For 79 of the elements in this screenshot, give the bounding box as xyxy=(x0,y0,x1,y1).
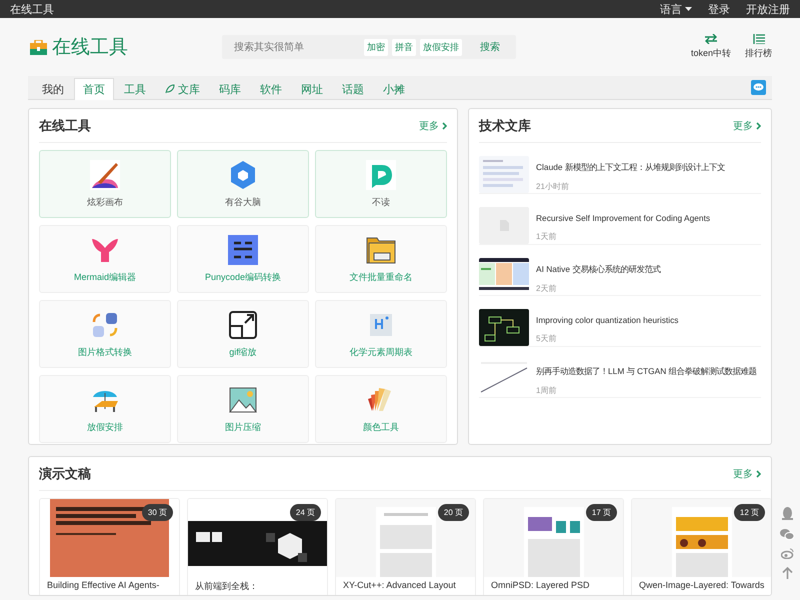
nav-tab[interactable]: 网址 xyxy=(292,78,332,99)
nav-link[interactable]: 登录 xyxy=(708,2,730,16)
nav-tab[interactable]: 码库 xyxy=(210,78,250,99)
tool-card[interactable]: 炫彩画布 xyxy=(39,150,171,218)
chevron-right-icon xyxy=(756,122,761,130)
list-icon xyxy=(752,34,764,44)
deck-title: 从前端到全栈： xyxy=(194,580,259,593)
tool-card[interactable]: 图片压缩 xyxy=(177,375,309,443)
resize-icon xyxy=(228,310,258,340)
tool-card[interactable]: 文件批量重命名 xyxy=(315,225,447,293)
slide-card[interactable]: 20 页 XY-Cut++: Advanced Layout xyxy=(335,498,476,595)
search-tag[interactable]: 拼音 xyxy=(392,38,416,56)
tool-card[interactable]: 化学元素周期表 xyxy=(315,300,447,368)
nav-tab[interactable]: 文库 xyxy=(156,78,209,99)
chevron-right-icon xyxy=(756,470,761,478)
chat-bubbles-icon[interactable] xyxy=(780,528,794,540)
search-field[interactable]: 搜索其实很简单 加密 拼音 放假安排 搜索 xyxy=(222,35,516,59)
arrow-up-icon[interactable] xyxy=(782,567,792,579)
folder-icon xyxy=(366,234,396,264)
tool-card[interactable]: 不读 xyxy=(315,150,447,218)
header-action[interactable]: token中转 xyxy=(690,34,731,60)
header-action[interactable]: 排行榜 xyxy=(745,34,772,60)
tool-card[interactable]: Mermaid编辑器 xyxy=(39,225,171,293)
dashes-icon xyxy=(228,234,258,264)
deck-title: XY-Cut++: Advanced Layout xyxy=(342,579,457,592)
swap-arrows-icon xyxy=(704,34,717,44)
slide-card[interactable]: 30 页 Building Effective AI Agents- xyxy=(39,498,180,595)
slide-card[interactable]: 17 页 OmniPSD: Layered PSD xyxy=(483,498,624,595)
search-button[interactable]: 搜索 xyxy=(474,38,506,56)
article-time: 5天前 xyxy=(536,333,558,344)
nav-tab[interactable]: 工具 xyxy=(115,78,155,99)
tool-card[interactable]: Punycode编码转换 xyxy=(177,225,309,293)
nav-link[interactable]: 开放注册 xyxy=(746,2,790,16)
tool-card[interactable]: 放假安排 xyxy=(39,375,171,443)
panel-title: 技术文库 xyxy=(479,116,531,134)
paintbrush-icon xyxy=(90,160,120,190)
tool-card[interactable]: 颜色工具 xyxy=(315,375,447,443)
article-time: 1周前 xyxy=(536,385,558,396)
more-link[interactable]: 更多 xyxy=(419,118,447,132)
nav-tab[interactable]: 软件 xyxy=(251,78,291,99)
hexagon-icon xyxy=(228,160,258,190)
toolbox-icon xyxy=(30,40,47,54)
article-time: 21小时前 xyxy=(536,181,570,192)
leaf-icon xyxy=(165,84,175,94)
tool-card[interactable]: gif缩放 xyxy=(177,300,309,368)
deck-title: Building Effective AI Agents- xyxy=(46,579,160,592)
more-link[interactable]: 更多 xyxy=(733,118,761,132)
article-title[interactable]: Recursive Self Improvement for Coding Agents xyxy=(536,213,710,223)
language-menu[interactable]: 语言 xyxy=(660,2,692,16)
article-title[interactable]: Improving color quantization heuristics xyxy=(536,315,678,325)
article-time: 2天前 xyxy=(536,283,558,294)
article-title[interactable]: AI Native 交易核心系统的研发范式 xyxy=(536,264,660,275)
panel-title: 演示文稿 xyxy=(39,464,91,482)
penguin-icon[interactable] xyxy=(782,507,792,520)
nav-tab[interactable]: 我的 xyxy=(33,78,73,99)
tool-card[interactable]: 图片格式转换 xyxy=(39,300,171,368)
deck-title: OmniPSD: Layered PSD xyxy=(490,579,591,592)
search-tag[interactable]: 放假安排 xyxy=(420,38,462,56)
swirl-icon[interactable] xyxy=(780,548,794,559)
slide-card[interactable]: 12 页 Qwen-Image-Layered: Towards xyxy=(631,498,771,595)
caret-down-icon xyxy=(685,7,692,11)
article-title[interactable]: 别再手动造数据了！LLM 与 CTGAN 组合拳破解测试数据难题 xyxy=(536,366,757,377)
chat-bubble-icon[interactable] xyxy=(751,80,766,95)
tool-card[interactable]: 有谷大脑 xyxy=(177,150,309,218)
nav-tab[interactable]: 小摊 xyxy=(374,78,414,99)
site-logo[interactable]: 在线工具 xyxy=(52,34,128,60)
nav-tab[interactable]: 话题 xyxy=(333,78,373,99)
more-link[interactable]: 更多 xyxy=(733,466,761,480)
search-tag[interactable]: 加密 xyxy=(364,38,388,56)
site-link[interactable]: 在线工具 xyxy=(10,2,54,16)
nav-tab[interactable]: 首页 xyxy=(74,78,114,100)
article-title[interactable]: Claude 新模型的上下文工程：从堆规则到设计上下文 xyxy=(536,162,725,173)
slide-card[interactable]: 24 页 从前端到全栈： xyxy=(187,498,328,595)
d-shape-icon xyxy=(366,160,396,190)
article-time: 1天前 xyxy=(536,231,558,242)
chevron-right-icon xyxy=(442,122,447,130)
deck-title: Qwen-Image-Layered: Towards xyxy=(638,579,766,592)
panel-title: 在线工具 xyxy=(39,116,91,134)
landscape-icon xyxy=(228,384,258,414)
